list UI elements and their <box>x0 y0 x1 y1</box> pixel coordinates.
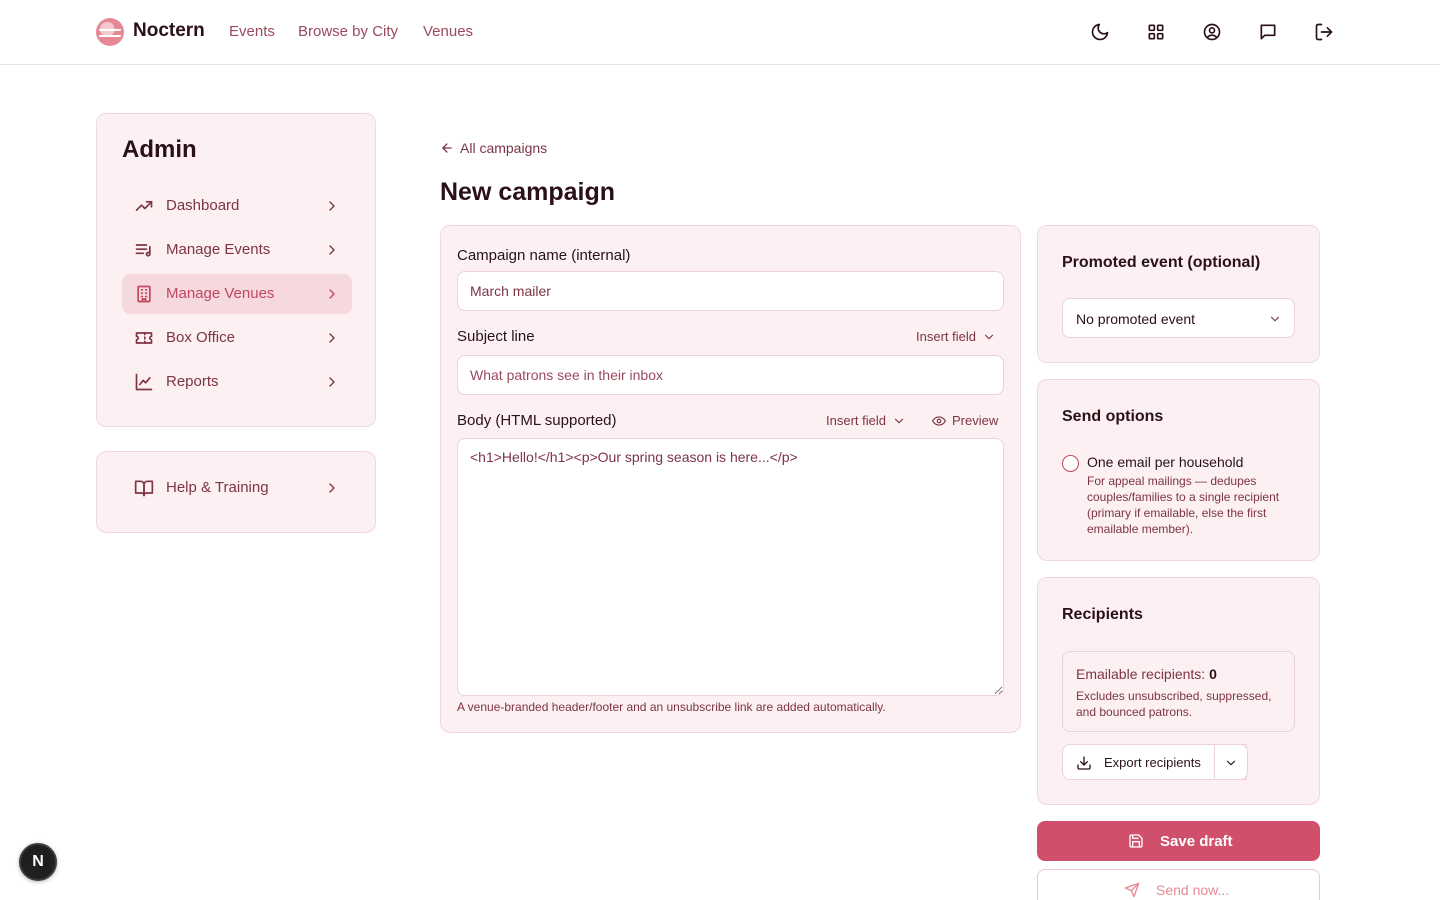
save-draft-button[interactable]: Save draft <box>1037 821 1320 861</box>
body-label: Body (HTML supported) <box>457 412 617 429</box>
sidebar-item-label: Reports <box>166 373 219 390</box>
sidebar-item-label: Manage Events <box>166 241 271 258</box>
back-to-campaigns-link[interactable]: All campaigns <box>440 138 547 158</box>
line-chart-icon <box>134 372 154 392</box>
export-recipients-label: Export recipients <box>1104 755 1201 770</box>
save-icon <box>1129 834 1143 848</box>
send-icon <box>1124 882 1140 898</box>
chevron-right-icon <box>324 330 340 346</box>
promoted-event-value: No promoted event <box>1076 311 1196 327</box>
sidebar-item-manage-venues[interactable]: Manage Venues <box>122 274 352 314</box>
logout-icon[interactable] <box>1314 22 1334 42</box>
chevron-right-icon <box>324 374 340 390</box>
campaign-name-label: Campaign name (internal) <box>457 247 631 264</box>
arrow-left-icon <box>442 143 452 153</box>
sidebar-item-manage-events[interactable]: Manage Events <box>122 230 352 270</box>
list-music-icon <box>134 240 154 260</box>
promoted-event-title: Promoted event (optional) <box>1062 254 1261 271</box>
recipients-title: Recipients <box>1062 606 1143 623</box>
send-now-label: Send now... <box>1156 882 1230 898</box>
eye-icon <box>932 415 946 426</box>
dev-tools-badge[interactable]: N <box>19 843 57 881</box>
campaign-name-input[interactable] <box>457 271 1004 311</box>
nav-link-events[interactable]: Events <box>229 23 275 40</box>
sidebar-item-help-training[interactable]: Help & Training <box>122 468 352 508</box>
insert-field-label: Insert field <box>916 329 976 344</box>
chevron-right-icon <box>324 286 340 302</box>
subject-line-label: Subject line <box>457 328 535 345</box>
sidebar-item-label: Box Office <box>166 329 235 346</box>
book-icon <box>134 478 154 498</box>
preview-label: Preview <box>952 413 999 428</box>
recipients-description: Excludes unsubscribed, suppressed, and b… <box>1076 689 1272 719</box>
trending-up-icon <box>134 196 154 216</box>
emailable-count: 0 <box>1209 666 1217 682</box>
sidebar-item-dashboard[interactable]: Dashboard <box>122 186 352 226</box>
emailable-label: Emailable recipients: <box>1076 666 1206 682</box>
chevron-right-icon <box>324 242 340 258</box>
subject-insert-field-button[interactable]: Insert field <box>916 329 996 344</box>
chevron-down-icon <box>984 334 994 339</box>
emailable-recipients-line: Emailable recipients: 0 <box>1076 666 1217 682</box>
household-radio[interactable] <box>1062 455 1079 472</box>
sidebar-item-label: Help & Training <box>166 479 269 496</box>
recipients-card: Recipients Emailable recipients: 0 Exclu… <box>1037 577 1320 805</box>
brand-name[interactable]: Noctern <box>133 20 205 42</box>
recipients-summary: Emailable recipients: 0 Excludes unsubsc… <box>1062 651 1295 732</box>
sidebar-item-reports[interactable]: Reports <box>122 362 352 402</box>
user-circle-icon[interactable] <box>1202 22 1222 42</box>
sidebar-item-label: Manage Venues <box>166 285 275 302</box>
message-icon[interactable] <box>1258 22 1278 42</box>
promoted-event-card: Promoted event (optional) No promoted ev… <box>1037 225 1320 363</box>
noctern-logo-icon[interactable] <box>96 18 124 46</box>
body-textarea[interactable]: <h1>Hello!</h1><p>Our spring season is h… <box>457 438 1004 696</box>
chevron-right-icon <box>324 480 340 496</box>
body-insert-field-button[interactable]: Insert field <box>826 413 906 428</box>
nav-link-venues[interactable]: Venues <box>423 23 473 40</box>
send-now-button[interactable]: Send now... <box>1037 869 1320 900</box>
insert-field-label: Insert field <box>826 413 886 428</box>
chevron-right-icon <box>324 198 340 214</box>
admin-sidebar: Admin Dashboard Manage Events Manage Ven… <box>96 113 376 427</box>
help-card: Help & Training <box>96 451 376 533</box>
preview-button[interactable]: Preview <box>932 413 998 428</box>
household-option-description: For appeal mailings — dedupes couples/fa… <box>1087 474 1280 536</box>
ticket-icon <box>134 328 154 348</box>
export-options-dropdown[interactable] <box>1214 744 1248 780</box>
chevron-down-icon <box>894 418 904 423</box>
chevron-down-icon <box>1226 760 1236 766</box>
send-options-title: Send options <box>1062 408 1164 425</box>
sidebar-title: Admin <box>122 136 197 163</box>
chevron-down-icon <box>1270 316 1280 322</box>
sidebar-item-label: Dashboard <box>166 197 240 214</box>
moon-icon[interactable] <box>1090 22 1110 42</box>
send-options-card: Send options One email per household For… <box>1037 379 1320 561</box>
promoted-event-select[interactable]: No promoted event <box>1062 298 1295 338</box>
campaign-form-card: Campaign name (internal) Subject line In… <box>440 225 1021 733</box>
save-draft-label: Save draft <box>1160 833 1233 850</box>
sidebar-item-box-office[interactable]: Box Office <box>122 318 352 358</box>
subject-line-input[interactable] <box>457 355 1004 395</box>
body-help-text: A venue-branded header/footer and an uns… <box>457 700 886 714</box>
grid-icon[interactable] <box>1146 22 1166 42</box>
page-title: New campaign <box>440 178 616 206</box>
nav-link-browse-by-city[interactable]: Browse by City <box>298 23 398 40</box>
top-navbar: Noctern Events Browse by City Venues <box>0 0 1440 65</box>
back-link-label: All campaigns <box>460 140 548 156</box>
household-option-label[interactable]: One email per household <box>1087 454 1243 470</box>
download-icon <box>1077 756 1091 770</box>
building-icon <box>134 284 154 304</box>
